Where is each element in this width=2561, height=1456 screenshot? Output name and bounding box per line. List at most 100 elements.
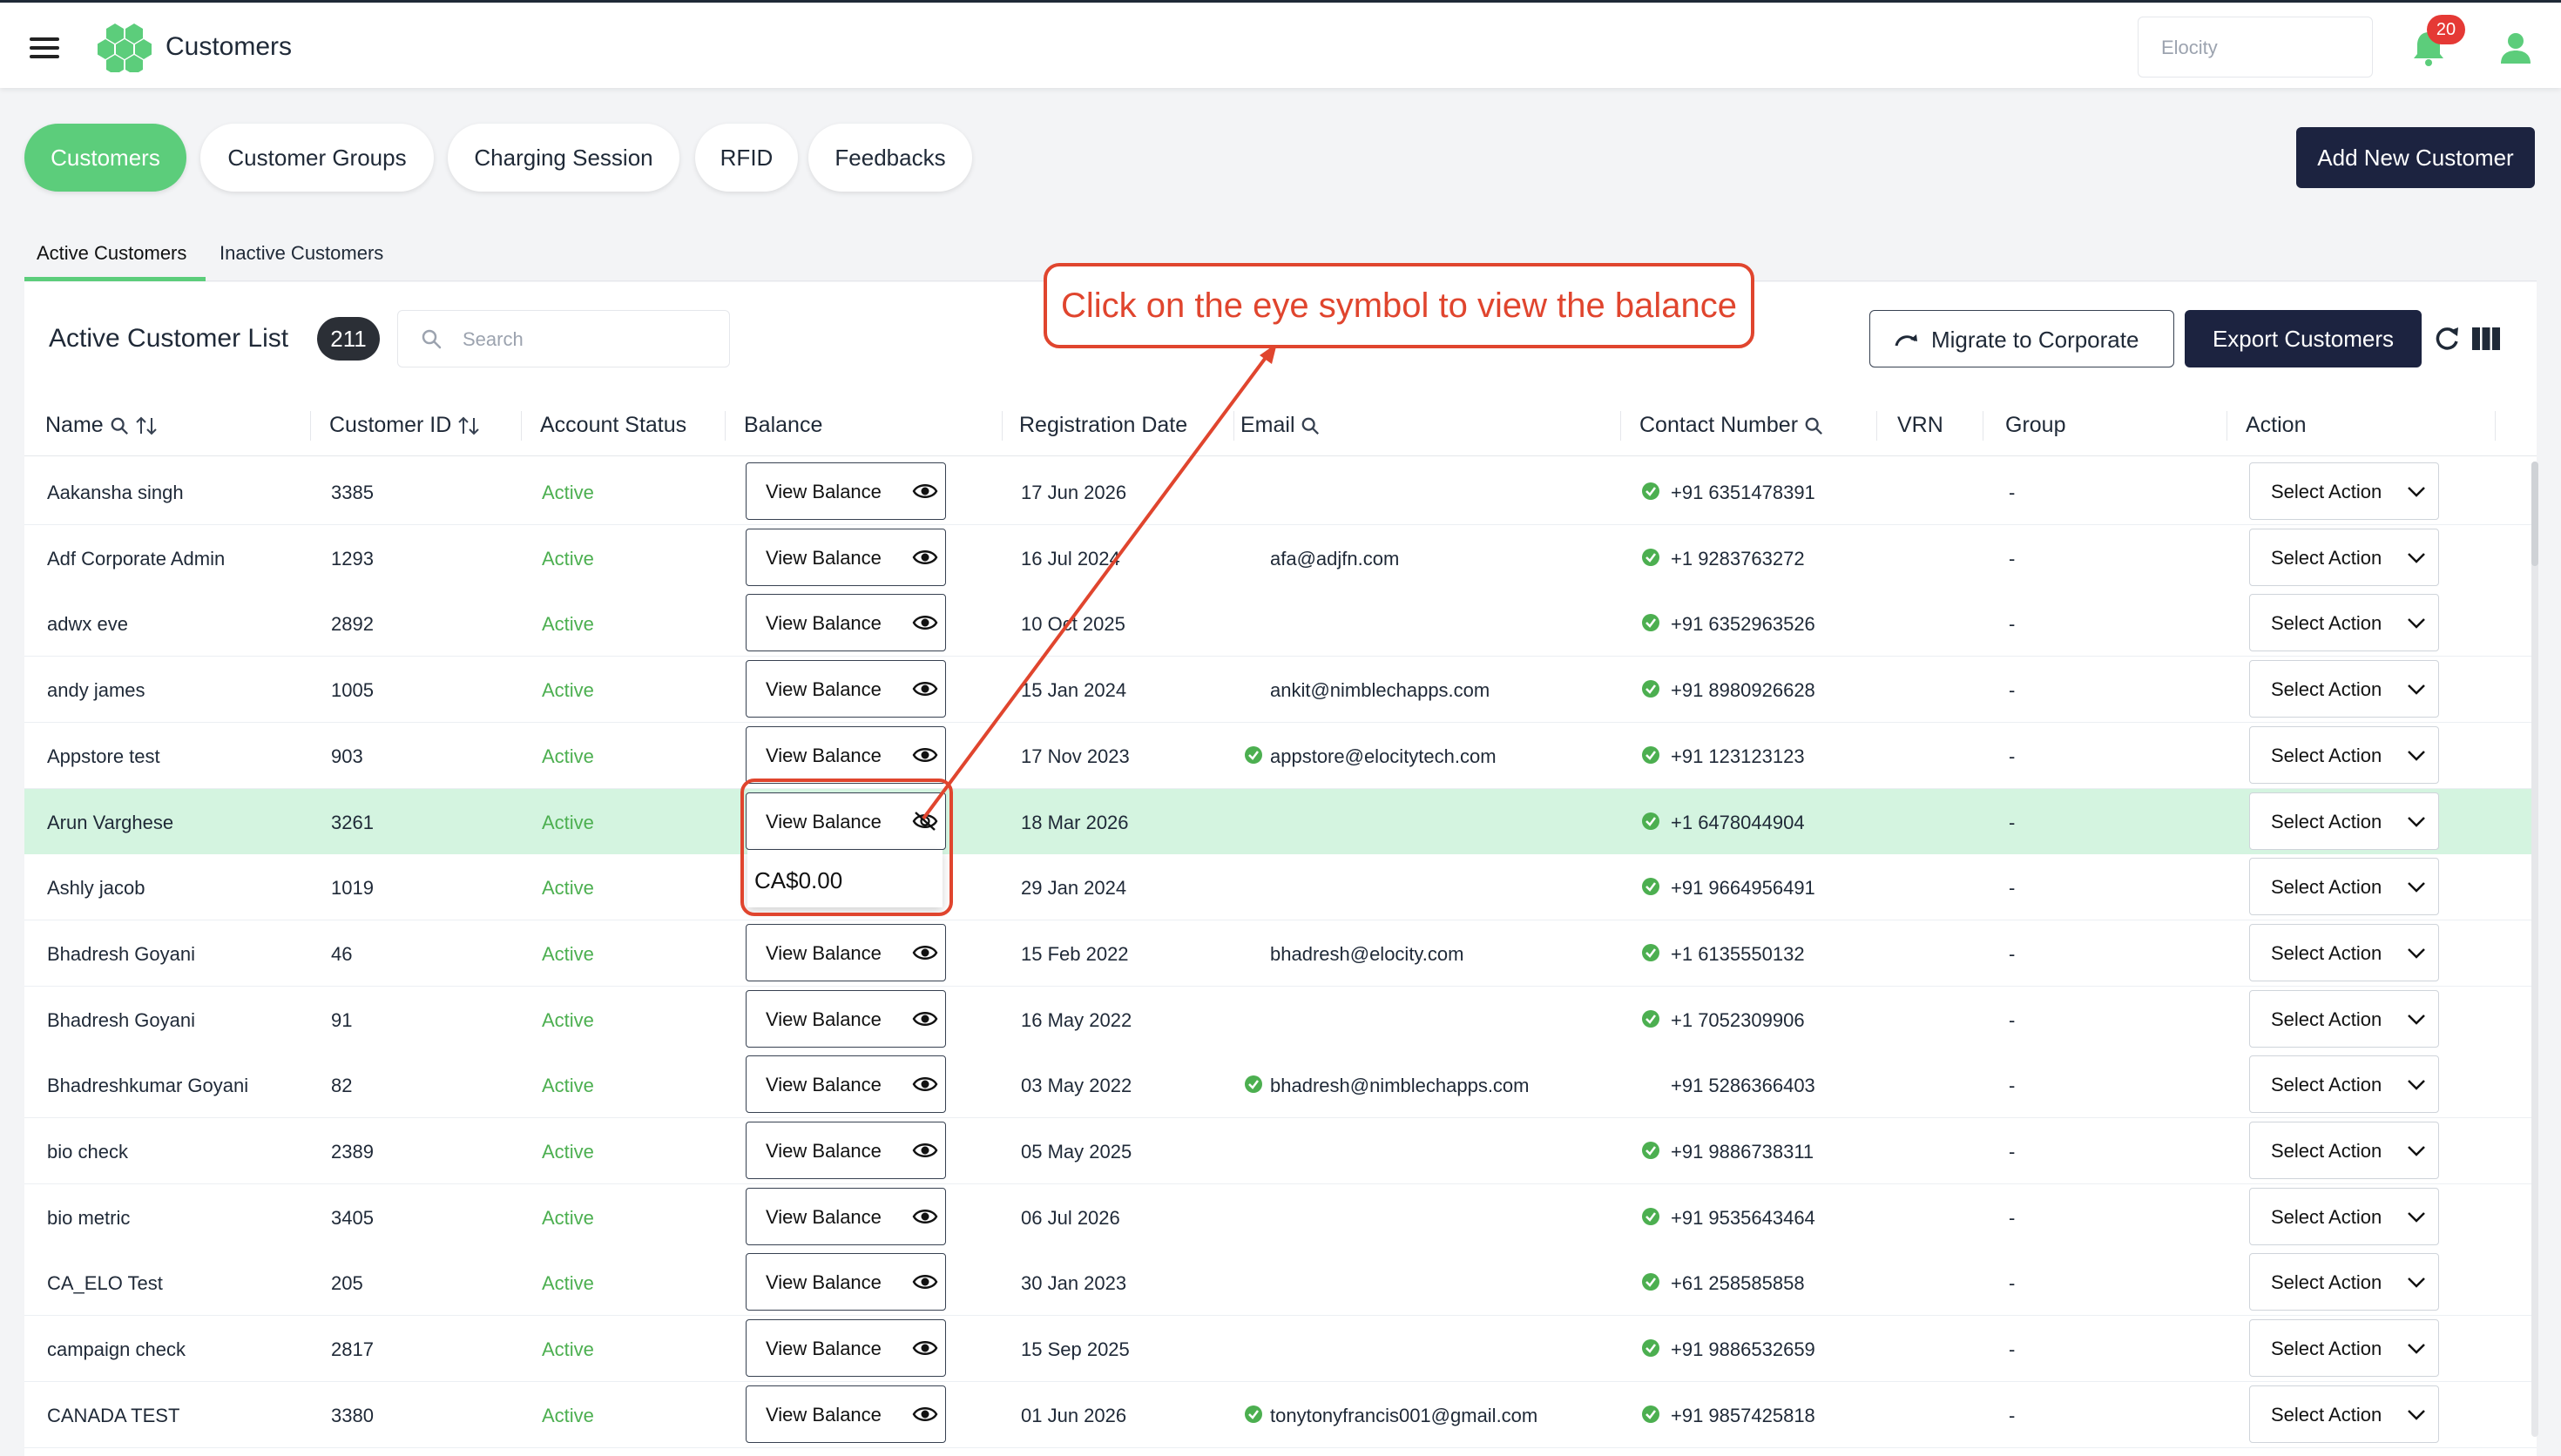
contact-number: +61 258585858 bbox=[1671, 1272, 1805, 1295]
view-balance-button[interactable]: View Balance bbox=[746, 1055, 946, 1114]
export-customers-button[interactable]: Export Customers bbox=[2185, 310, 2422, 367]
eye-icon[interactable] bbox=[912, 612, 938, 633]
user-icon[interactable] bbox=[2498, 30, 2533, 65]
select-action-dropdown[interactable]: Select Action bbox=[2249, 792, 2439, 850]
tab-customers[interactable]: Customers bbox=[24, 124, 186, 192]
table-row[interactable]: campaign check 2817 Active 15 Sep 2025 View … bbox=[24, 1316, 2537, 1383]
table-row[interactable]: CANADA TEST 3380 Active 01 Jun 2026 View Bal… bbox=[24, 1381, 2537, 1448]
registration-date: 17 Nov 2023 bbox=[1021, 745, 1130, 767]
tab-customer-groups[interactable]: Customer Groups bbox=[200, 124, 434, 192]
table-row[interactable]: adwx eve 2892 Active 10 Oct 2025 View Balanc… bbox=[24, 590, 2537, 657]
select-action-dropdown[interactable]: Select Action bbox=[2249, 923, 2439, 981]
view-balance-button[interactable]: View Balance bbox=[746, 1385, 946, 1443]
column-header-customer-id[interactable]: Customer ID bbox=[329, 413, 480, 438]
column-separator bbox=[1876, 411, 1877, 441]
table-row[interactable]: Bhadresh Goyani 91 Active 16 May 2022 View B… bbox=[24, 986, 2537, 1053]
select-action-dropdown[interactable]: Select Action bbox=[2249, 1122, 2439, 1179]
table-row[interactable]: Aakansha singh 3385 Active 17 Jun 2026 View … bbox=[24, 459, 2537, 525]
select-action-dropdown[interactable]: Select Action bbox=[2249, 858, 2439, 916]
view-balance-button[interactable]: View Balance bbox=[746, 660, 946, 718]
table-row[interactable]: andy james 1005 Active 15 Jan 2024 View Bala… bbox=[24, 657, 2537, 724]
view-balance-button[interactable]: View Balance bbox=[746, 923, 946, 981]
eye-icon[interactable] bbox=[912, 942, 938, 963]
select-action-dropdown[interactable]: Select Action bbox=[2249, 462, 2439, 520]
search-icon[interactable] bbox=[1804, 416, 1823, 435]
view-balance-button[interactable]: View Balance bbox=[746, 1122, 946, 1179]
table-row[interactable]: Bhadreshkumar Goyani 82 Active 03 May 2022 V… bbox=[24, 1052, 2537, 1119]
select-action-dropdown[interactable]: Select Action bbox=[2249, 725, 2439, 784]
refresh-icon[interactable] bbox=[2434, 324, 2460, 354]
eye-icon[interactable] bbox=[912, 1338, 938, 1358]
view-balance-button[interactable]: View Balance bbox=[746, 528, 946, 586]
add-new-customer-button[interactable]: Add New Customer bbox=[2296, 127, 2535, 188]
tab-rfid[interactable]: RFID bbox=[695, 124, 798, 192]
table-row[interactable]: Appstore test 903 Active 17 Nov 2023 View Ba… bbox=[24, 722, 2537, 789]
select-action-dropdown[interactable]: Select Action bbox=[2249, 1253, 2439, 1311]
columns-icon[interactable] bbox=[2472, 327, 2500, 350]
view-balance-button[interactable]: View Balance bbox=[746, 989, 946, 1048]
eye-icon[interactable] bbox=[912, 481, 938, 502]
table-row[interactable]: Ashly jacob 1019 Active 29 Jan 2024 +91 9664… bbox=[24, 854, 2537, 921]
column-header-name[interactable]: Name bbox=[45, 413, 158, 438]
column-header-contact-number[interactable]: Contact Number bbox=[1639, 413, 1823, 438]
sort-icon[interactable] bbox=[135, 416, 158, 435]
table-row[interactable]: bio metric 3405 Active 06 Jul 2026 View Bala… bbox=[24, 1183, 2537, 1250]
eye-icon[interactable] bbox=[912, 1140, 938, 1161]
select-action-dropdown[interactable]: Select Action bbox=[2249, 1187, 2439, 1245]
eye-icon[interactable] bbox=[912, 745, 938, 765]
eye-icon[interactable] bbox=[912, 1271, 938, 1292]
eye-icon[interactable] bbox=[912, 1074, 938, 1095]
search-icon[interactable] bbox=[110, 416, 129, 435]
eye-icon[interactable] bbox=[912, 1404, 938, 1425]
customer-name: Adf Corporate Admin bbox=[47, 547, 226, 570]
table-row[interactable]: Arun Varghese 3261 Active 18 Mar 2026 View B… bbox=[24, 788, 2537, 855]
select-action-dropdown[interactable]: Select Action bbox=[2249, 1319, 2439, 1378]
select-action-dropdown[interactable]: Select Action bbox=[2249, 1055, 2439, 1114]
account-status: Active bbox=[542, 745, 594, 767]
view-balance-button[interactable]: View Balance bbox=[746, 462, 946, 520]
tab-feedbacks[interactable]: Feedbacks bbox=[808, 124, 972, 192]
table-row[interactable]: CA_ELO Test 205 Active 30 Jan 2023 View Bala… bbox=[24, 1250, 2537, 1317]
table-row[interactable]: Adf Corporate Admin 1293 Active 16 Jul 2024… bbox=[24, 524, 2537, 591]
subtab-active-customers[interactable]: Active Customers bbox=[37, 242, 186, 265]
select-action-dropdown[interactable]: Select Action bbox=[2249, 594, 2439, 652]
tab-charging-session[interactable]: Charging Session bbox=[448, 124, 679, 192]
eye-icon[interactable] bbox=[912, 678, 938, 699]
select-action-dropdown[interactable]: Select Action bbox=[2249, 1385, 2439, 1443]
select-action-label: Select Action bbox=[2271, 1205, 2382, 1228]
scrollbar-thumb[interactable] bbox=[2531, 462, 2538, 566]
view-balance-button[interactable]: View Balance bbox=[746, 1319, 946, 1378]
table-row[interactable]: Bhadresh Goyani 46 Active 15 Feb 2022 View B… bbox=[24, 920, 2537, 987]
check-circle-icon bbox=[1641, 482, 1660, 501]
eye-icon[interactable] bbox=[912, 1206, 938, 1227]
view-balance-button[interactable]: View Balance bbox=[746, 594, 946, 652]
eye-off-icon[interactable] bbox=[912, 811, 938, 832]
vertical-scrollbar[interactable] bbox=[2531, 462, 2538, 1437]
select-action-dropdown[interactable]: Select Action bbox=[2249, 660, 2439, 718]
search-icon[interactable] bbox=[1301, 416, 1320, 435]
chevron-down-icon bbox=[2407, 881, 2426, 893]
list-title: Active Customer List bbox=[49, 324, 289, 353]
select-action-dropdown[interactable]: Select Action bbox=[2249, 528, 2439, 586]
view-balance-button[interactable]: View Balance bbox=[746, 1253, 946, 1311]
search-field[interactable] bbox=[397, 310, 730, 367]
view-balance-button[interactable]: View Balance bbox=[746, 725, 946, 784]
column-header-email[interactable]: Email bbox=[1240, 413, 1320, 438]
eye-icon[interactable] bbox=[912, 1008, 938, 1029]
select-action-dropdown[interactable]: Select Action bbox=[2249, 989, 2439, 1048]
menu-icon[interactable] bbox=[30, 37, 59, 58]
table-row[interactable]: bio check 2389 Active 05 May 2025 View Balan… bbox=[24, 1118, 2537, 1184]
view-balance-button[interactable]: View Balance bbox=[746, 1187, 946, 1245]
eye-icon[interactable] bbox=[912, 547, 938, 568]
subtab-inactive-customers[interactable]: Inactive Customers bbox=[220, 242, 383, 265]
sort-icon[interactable] bbox=[457, 416, 480, 435]
logo-icon bbox=[98, 24, 152, 72]
search-input[interactable] bbox=[463, 323, 715, 356]
migrate-to-corporate-button[interactable]: Migrate to Corporate bbox=[1869, 310, 2174, 367]
view-balance-button[interactable]: View Balance bbox=[746, 792, 946, 850]
organization-select[interactable]: Elocity bbox=[2138, 17, 2373, 78]
account-status: Active bbox=[542, 877, 594, 900]
customer-name: CA_ELO Test bbox=[47, 1272, 163, 1295]
account-status: Active bbox=[542, 1141, 594, 1163]
check-circle-icon bbox=[1244, 1405, 1263, 1424]
